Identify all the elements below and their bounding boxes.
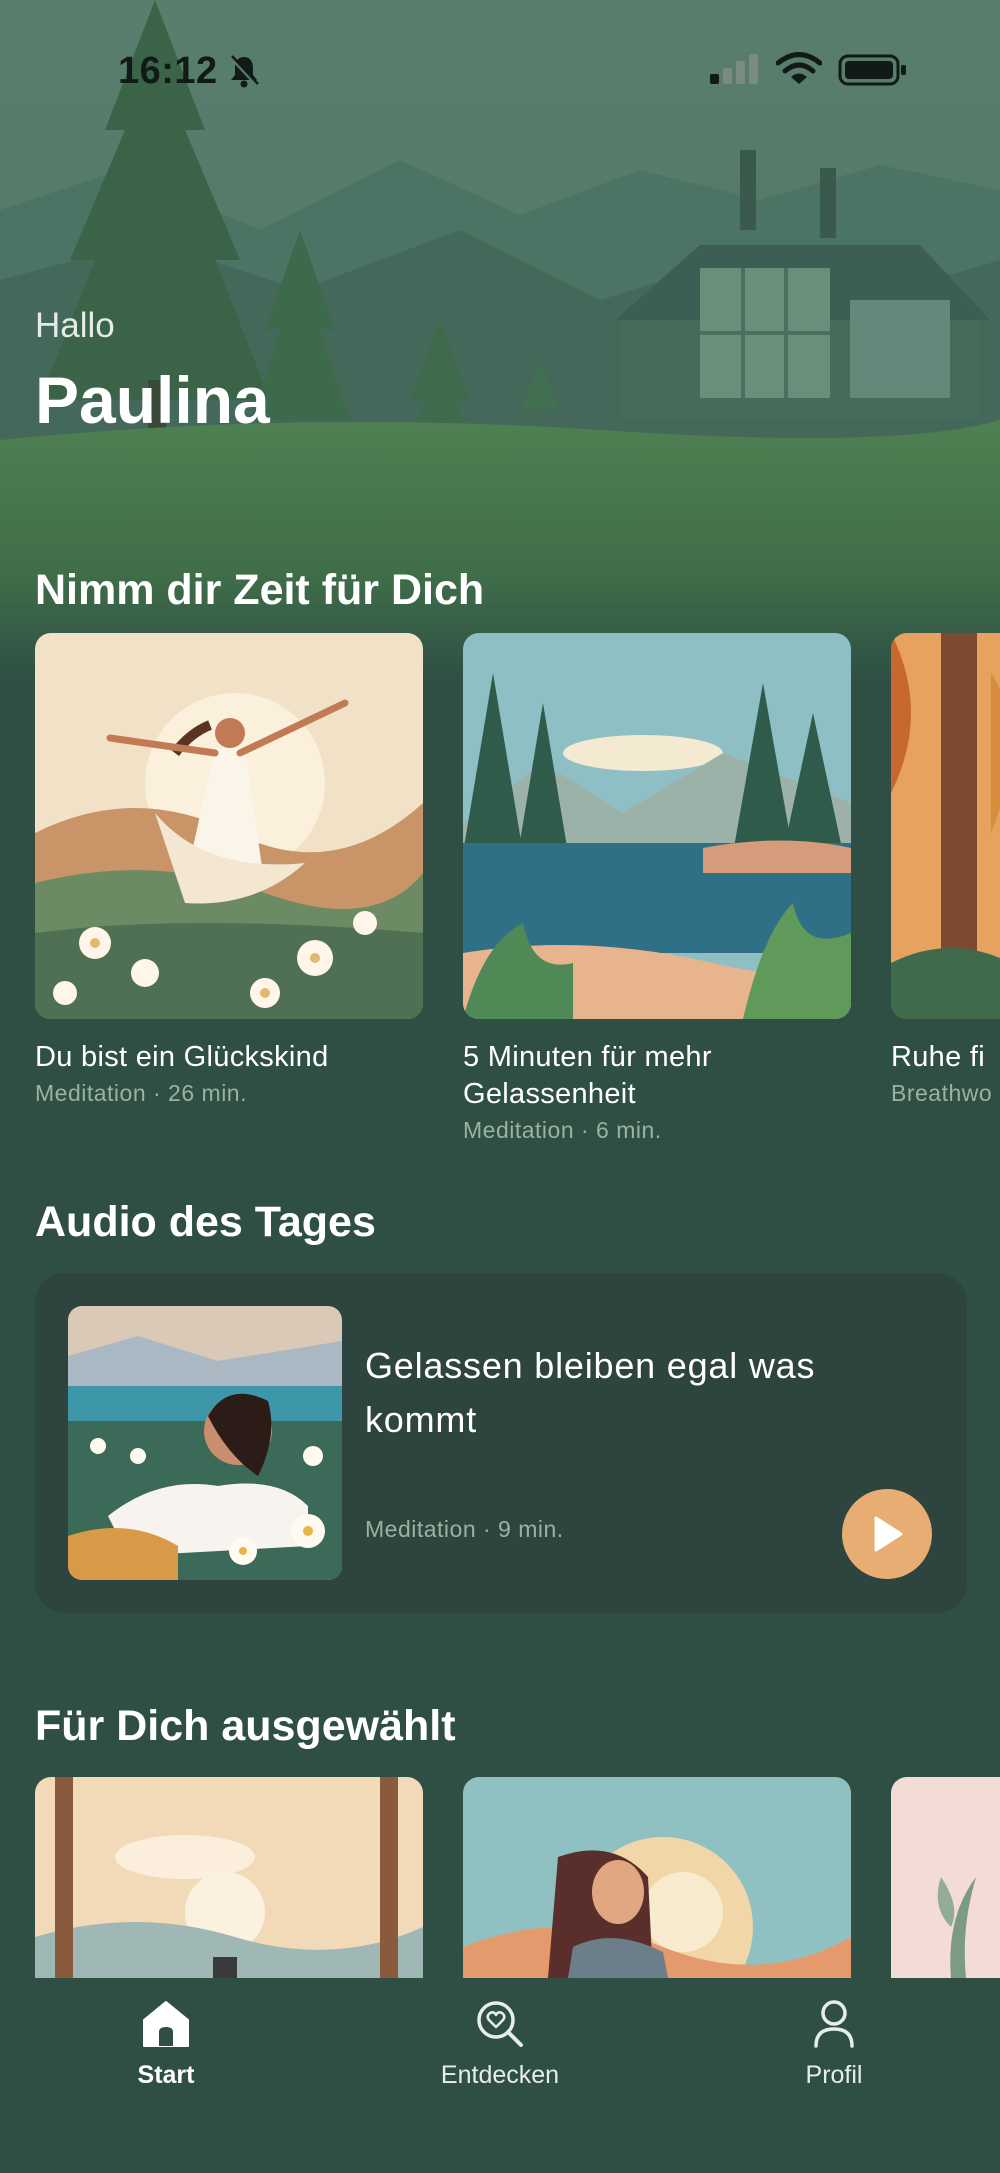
- card-image-autumn-forest: [891, 633, 1000, 1019]
- card-image-forest-lake: [463, 633, 851, 1019]
- status-bar: 16:12: [0, 0, 1000, 150]
- status-time: 16:12: [118, 50, 218, 92]
- card-meta: Meditation · 6 min.: [463, 1117, 662, 1143]
- tab-profil[interactable]: Profil: [734, 1998, 934, 2090]
- tab-start[interactable]: Start: [66, 1998, 266, 2090]
- meditation-card[interactable]: 5 Minuten für mehr Gelassenheit Meditati…: [463, 633, 851, 1144]
- selected-card[interactable]: [35, 1777, 423, 1978]
- section-title-take-time: Nimm dir Zeit für Dich: [35, 566, 485, 614]
- home-icon: [143, 2001, 189, 2047]
- card-meta: Meditation · 26 min.: [35, 1080, 247, 1106]
- play-icon: [874, 1516, 903, 1552]
- meditation-card[interactable]: Du bist ein Glückskind Meditation · 26 m…: [35, 633, 423, 1107]
- mute-bell-icon: [229, 55, 259, 88]
- profile-icon: [814, 2000, 854, 2048]
- tab-bar: Start Entdecken Profil: [0, 1978, 1000, 2173]
- meditation-card[interactable]: Ruhe fi Breathwo: [891, 633, 1000, 1107]
- audio-title: Gelassen bleiben egal was kommt: [365, 1345, 816, 1440]
- tab-label: Profil: [805, 2061, 863, 2089]
- card-image-plant: [891, 1777, 1000, 1978]
- play-button[interactable]: [842, 1489, 932, 1579]
- card-meta: Breathwo: [891, 1080, 993, 1106]
- selected-card[interactable]: [463, 1777, 851, 1978]
- tab-entdecken[interactable]: Entdecken: [400, 1998, 600, 2090]
- tab-label: Entdecken: [440, 2061, 560, 2089]
- discover-search-heart-icon: [477, 2001, 523, 2047]
- tab-label: Start: [137, 2061, 195, 2089]
- audio-meta: Meditation · 9 min.: [365, 1516, 564, 1542]
- audio-thumbnail: [68, 1306, 342, 1580]
- card-title: 5 Minuten für mehr Gelassenheit: [463, 1041, 712, 1110]
- card-image-window-view: [35, 1777, 423, 1978]
- selected-card[interactable]: [891, 1777, 1000, 1978]
- battery-icon: [838, 54, 906, 86]
- card-title: Ruhe fi: [891, 1041, 985, 1073]
- section-title-audio-of-day: Audio des Tages: [35, 1198, 376, 1246]
- cellular-signal-icon: [710, 54, 758, 84]
- audio-of-day-card[interactable]: Gelassen bleiben egal was kommt Meditati…: [35, 1273, 967, 1613]
- card-title: Du bist ein Glückskind: [35, 1041, 329, 1073]
- card-image-dancing-woman: [35, 633, 423, 1019]
- wifi-icon: [776, 52, 822, 84]
- card-image-woman-sunset: [463, 1777, 851, 1978]
- section-title-selected: Für Dich ausgewählt: [35, 1702, 456, 1750]
- user-name: Paulina: [35, 363, 270, 437]
- greeting-hello: Hallo: [35, 306, 115, 345]
